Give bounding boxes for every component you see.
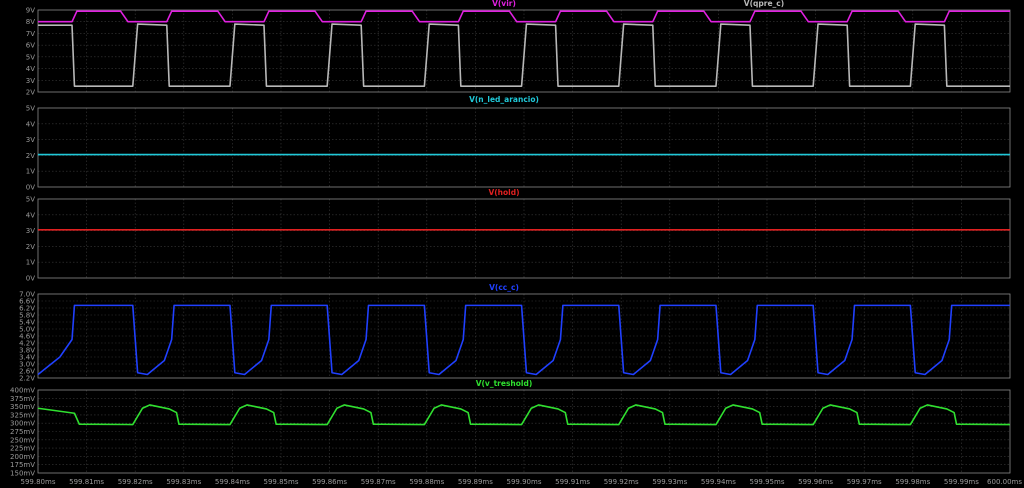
x-tick-label: 599.85ms bbox=[264, 478, 299, 486]
y-tick-label: 250mV bbox=[10, 436, 35, 444]
y-tick-label: 8V bbox=[26, 18, 35, 26]
y-tick-label: 0V bbox=[26, 275, 35, 283]
y-tick-label: 9V bbox=[26, 7, 35, 15]
y-tick-label: 2.2V bbox=[19, 375, 35, 383]
x-tick-label: 599.84ms bbox=[215, 478, 250, 486]
x-tick-label: 599.95ms bbox=[750, 478, 785, 486]
y-tick-label: 0V bbox=[26, 184, 35, 192]
x-tick-label: 599.92ms bbox=[604, 478, 639, 486]
trace-title: V(n_led_arancio) bbox=[469, 95, 539, 104]
y-tick-label: 225mV bbox=[10, 445, 35, 453]
y-tick-label: 200mV bbox=[10, 453, 35, 461]
y-tick-label: 3V bbox=[26, 77, 35, 85]
waveform-viewer: 9V 8V 7V 6V 5V 4V 3V 2V V(vir) V(qpre_c) 5V 4V 3V 2V 1… bbox=[10, 0, 1022, 486]
trace-title: V(qpre_c) bbox=[744, 0, 784, 8]
trace-v-vir- bbox=[38, 10, 1010, 23]
y-tick-label: 2V bbox=[26, 89, 35, 97]
y-tick-label: 5V bbox=[26, 53, 35, 61]
trace-title: V(hold) bbox=[488, 188, 519, 197]
x-tick-label: 599.80ms bbox=[21, 478, 56, 486]
y-tick-label: 2V bbox=[26, 152, 35, 160]
x-tick-label: 599.86ms bbox=[312, 478, 347, 486]
trace-title: V(vir) bbox=[492, 0, 516, 8]
y-tick-label: 5V bbox=[26, 196, 35, 204]
x-tick-label: 599.87ms bbox=[361, 478, 396, 486]
y-tick-label: 300mV bbox=[10, 420, 35, 428]
trace-title: V(v_treshold) bbox=[476, 379, 533, 388]
y-tick-label: 3V bbox=[26, 227, 35, 235]
x-tick-label: 599.90ms bbox=[507, 478, 542, 486]
x-tick-label: 599.89ms bbox=[458, 478, 493, 486]
y-tick-label: 7V bbox=[26, 30, 35, 38]
y-tick-label: 175mV bbox=[10, 461, 35, 469]
y-tick-label: 4V bbox=[26, 120, 35, 128]
y-tick-label: 400mV bbox=[10, 387, 35, 395]
y-tick-label: 325mV bbox=[10, 411, 35, 419]
x-tick-label: 600.00ms bbox=[987, 478, 1022, 486]
x-tick-label: 599.97ms bbox=[847, 478, 882, 486]
x-tick-label: 599.93ms bbox=[652, 478, 687, 486]
y-tick-label: 5V bbox=[26, 105, 35, 113]
x-tick-label: 599.99ms bbox=[944, 478, 979, 486]
x-tick-label: 599.94ms bbox=[701, 478, 736, 486]
x-tick-label: 599.82ms bbox=[118, 478, 153, 486]
y-tick-label: 150mV bbox=[10, 470, 35, 478]
x-tick-label: 599.98ms bbox=[895, 478, 930, 486]
y-tick-label: 1V bbox=[26, 168, 35, 176]
y-tick-label: 275mV bbox=[10, 428, 35, 436]
x-tick-label: 599.96ms bbox=[798, 478, 833, 486]
x-tick-label: 599.83ms bbox=[166, 478, 201, 486]
y-tick-label: 2V bbox=[26, 243, 35, 251]
trace-title: V(cc_c) bbox=[489, 283, 519, 292]
x-tick-label: 599.91ms bbox=[555, 478, 590, 486]
y-tick-label: 4V bbox=[26, 65, 35, 73]
y-tick-label: 1V bbox=[26, 259, 35, 267]
y-tick-label: 375mV bbox=[10, 395, 35, 403]
x-tick-label: 599.81ms bbox=[69, 478, 104, 486]
y-tick-label: 3V bbox=[26, 136, 35, 144]
y-tick-label: 6V bbox=[26, 42, 35, 50]
y-tick-label: 350mV bbox=[10, 403, 35, 411]
y-tick-label: 4V bbox=[26, 211, 35, 219]
x-tick-label: 599.88ms bbox=[409, 478, 444, 486]
